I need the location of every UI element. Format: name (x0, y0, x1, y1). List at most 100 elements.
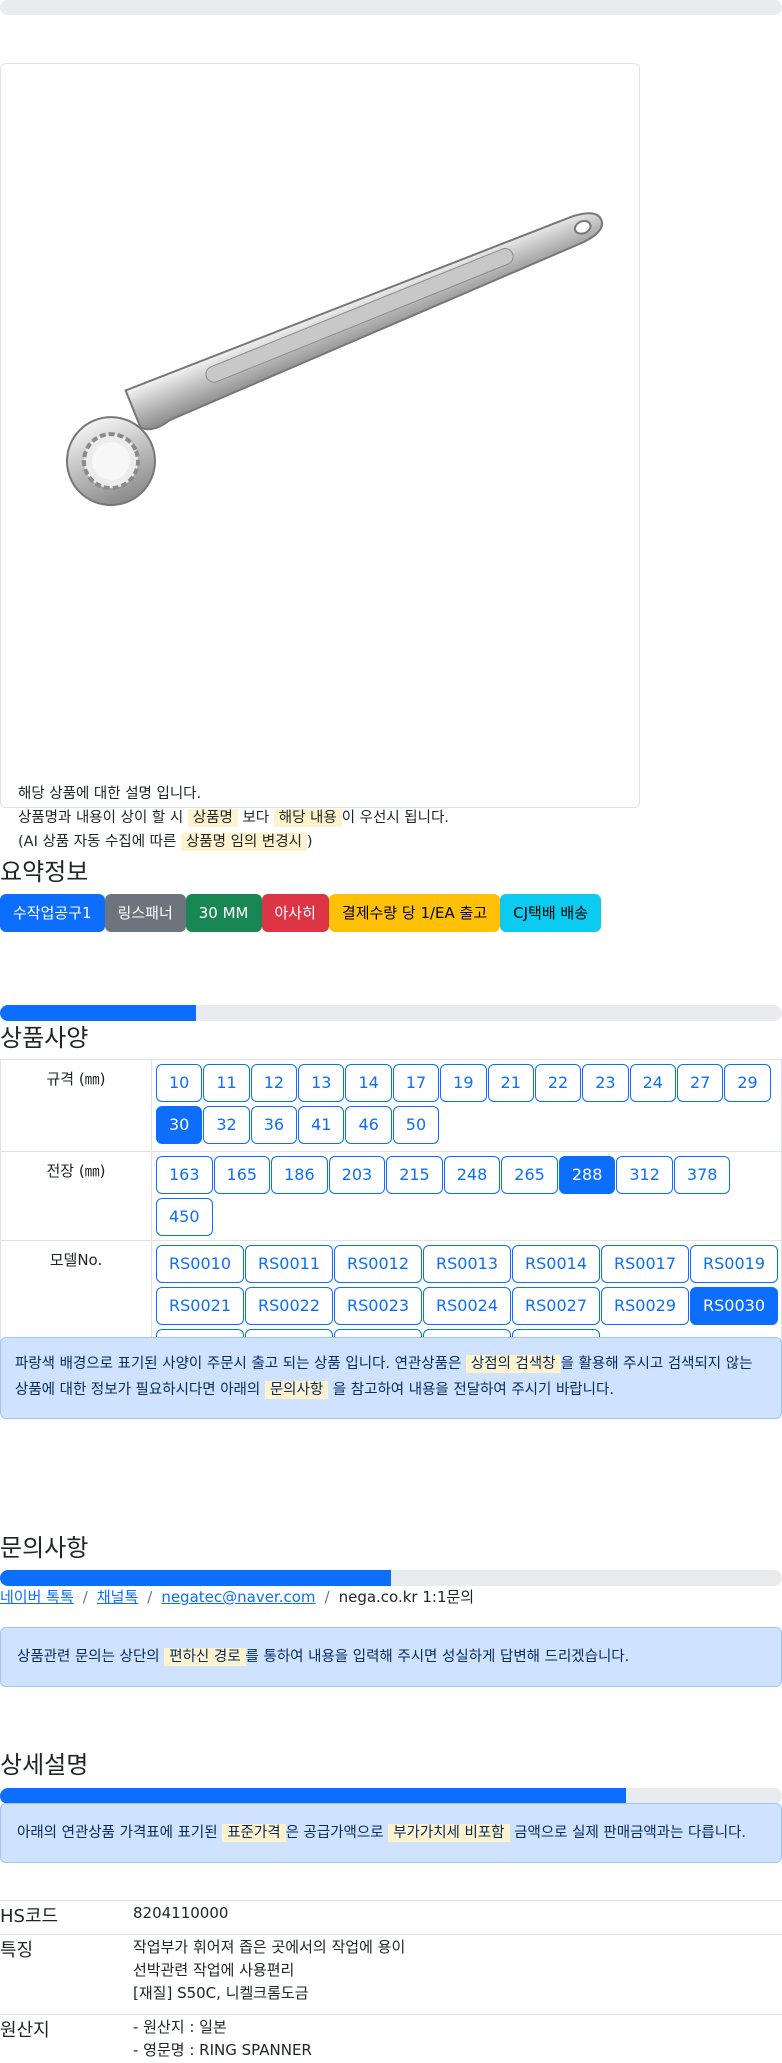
info-value: 작업부가 휘어져 좁은 곳에서의 작업에 용이 선박관련 작업에 사용편리 [재… (133, 1935, 782, 2015)
info-key: 특징 (0, 1935, 133, 2015)
info-value: - 원산지 : 일본 - 영문명 : RING SPANNER (133, 2015, 782, 2063)
spec-option-button[interactable]: RS0017 (601, 1245, 689, 1283)
specs-title: 상품사양 (0, 1018, 88, 1053)
link-email[interactable]: negatec@naver.com (161, 1588, 315, 1606)
spec-option-button[interactable]: 36 (251, 1106, 297, 1144)
inquiry-progress-fill (0, 1570, 391, 1586)
spec-option-button[interactable]: 12 (251, 1064, 297, 1102)
detail-info-table: HS코드8204110000 특징 작업부가 휘어져 좁은 곳에서의 작업에 용… (0, 1900, 782, 2063)
highlight-vat: 부가가치세 비포함 (388, 1824, 509, 1842)
product-description: 해당 상품에 대한 설명 입니다. 상품명과 내용이 상이 할 시 상품명 보다… (18, 782, 449, 854)
text: 파랑색 배경으로 표기된 사양이 주문시 출고 되는 상품 입니다. 연관상품은 (15, 1356, 461, 1372)
spec-option-button[interactable]: RS0030 (690, 1287, 778, 1325)
spec-option-button[interactable]: 10 (156, 1064, 202, 1102)
spec-option-button[interactable]: 21 (488, 1064, 534, 1102)
spec-option-button[interactable]: RS0014 (512, 1245, 600, 1283)
spec-option-button[interactable]: 186 (271, 1156, 328, 1194)
summary-title: 요약정보 (0, 852, 88, 887)
spec-option-button[interactable]: 215 (386, 1156, 443, 1194)
specs-progress (0, 1005, 782, 1021)
spec-option-button[interactable]: RS0029 (601, 1287, 689, 1325)
detail-notice: 아래의 연관상품 가격표에 표기된 표준가격은 공급가액으로 부가가치세 비포함… (0, 1803, 782, 1863)
spec-option-button[interactable]: 19 (440, 1064, 486, 1102)
summary-badge: 수작업공구1 (0, 894, 105, 932)
text: 이 우선시 됩니다. (342, 810, 449, 826)
spec-option-button[interactable]: 17 (393, 1064, 439, 1102)
highlight-standard-price: 표준가격 (222, 1824, 285, 1842)
spec-option-button[interactable]: 378 (674, 1156, 731, 1194)
spec-option-button[interactable]: RS0022 (245, 1287, 333, 1325)
link-naver-talktalk[interactable]: 네이버 톡톡 (0, 1588, 74, 1606)
spec-option-button[interactable]: 22 (535, 1064, 581, 1102)
spec-option-button[interactable]: 11 (203, 1064, 249, 1102)
highlight-search: 상점의 검색창 (466, 1355, 561, 1373)
description-line-1: 해당 상품에 대한 설명 입니다. (18, 782, 449, 806)
feature-line: [재질] S50C, 니켈크롬도금 (133, 1982, 782, 2005)
spec-option-button[interactable]: RS0010 (156, 1245, 244, 1283)
spec-option-button[interactable]: 50 (393, 1106, 439, 1144)
spec-notice: 파랑색 배경으로 표기된 사양이 주문시 출고 되는 상품 입니다. 연관상품은… (0, 1337, 782, 1419)
inquiry-notice: 상품관련 문의는 상단의 편하신 경로를 통하여 내용을 입력해 주시면 성실하… (0, 1627, 782, 1687)
spec-option-button[interactable]: 450 (156, 1198, 213, 1236)
spec-option-button[interactable]: 41 (298, 1106, 344, 1144)
highlight-name-change: 상품명 임의 변경시 (181, 833, 307, 851)
spec-option-button[interactable]: 14 (345, 1064, 391, 1102)
separator: / (325, 1588, 330, 1606)
spec-option-button[interactable]: 265 (501, 1156, 558, 1194)
spec-option-button[interactable]: 27 (677, 1064, 723, 1102)
text: 금액으로 실제 판매금액과는 다릅니다. (514, 1825, 746, 1841)
info-row-origin: 원산지 - 원산지 : 일본 - 영문명 : RING SPANNER (0, 2015, 782, 2063)
inquiry-links: 네이버 톡톡/채널톡/negatec@naver.com/nega.co.kr … (0, 1586, 474, 1607)
spec-option-button[interactable]: 288 (559, 1156, 616, 1194)
spec-option-button[interactable]: RS0023 (334, 1287, 422, 1325)
info-row-feature: 특징 작업부가 휘어져 좁은 곳에서의 작업에 용이 선박관련 작업에 사용편리… (0, 1935, 782, 2015)
link-channeltalk[interactable]: 채널톡 (97, 1588, 138, 1606)
spec-option-button[interactable]: 46 (345, 1106, 391, 1144)
spec-option-button[interactable]: 24 (630, 1064, 676, 1102)
spec-option-button[interactable]: 203 (329, 1156, 386, 1194)
spec-option-button[interactable]: 13 (298, 1064, 344, 1102)
spec-option-button[interactable]: 248 (444, 1156, 501, 1194)
spec-option-button[interactable]: 165 (214, 1156, 271, 1194)
product-image (1, 64, 641, 584)
info-row-hs: HS코드8204110000 (0, 1901, 782, 1935)
highlight-inquiry: 문의사항 (265, 1381, 328, 1399)
origin-line: - 원산지 : 일본 (133, 2016, 782, 2039)
text: ) (307, 834, 313, 850)
spec-option-button[interactable]: RS0012 (334, 1245, 422, 1283)
highlight-content: 해당 내용 (274, 809, 342, 827)
info-key: 원산지 (0, 2015, 133, 2063)
spec-label: 전장 (㎜) (1, 1152, 152, 1241)
spec-options: 10111213141719212223242729 303236414650 (152, 1060, 782, 1152)
spec-option-button[interactable]: RS0011 (245, 1245, 333, 1283)
spec-option-button[interactable]: RS0013 (423, 1245, 511, 1283)
spec-option-button[interactable]: 163 (156, 1156, 213, 1194)
text: 을 참고하여 내용을 전달하여 주시기 바랍니다. (333, 1382, 614, 1398)
detail-progress (0, 1788, 782, 1804)
summary-badge: 링스패너 (105, 894, 186, 932)
spec-option-button[interactable]: 312 (616, 1156, 673, 1194)
spec-option-button[interactable]: 29 (724, 1064, 770, 1102)
spec-option-button[interactable]: RS0019 (690, 1245, 778, 1283)
separator: / (83, 1588, 88, 1606)
spec-option-button[interactable]: 32 (203, 1106, 249, 1144)
spec-option-button[interactable]: 30 (156, 1106, 202, 1144)
summary-badge: CJ택배 배송 (500, 894, 601, 932)
inquiry-progress (0, 1570, 782, 1586)
separator: / (147, 1588, 152, 1606)
spec-table: 규격 (㎜)10111213141719212223242729 30323641… (0, 1059, 782, 1374)
info-key: HS코드 (0, 1901, 133, 1935)
spec-option-button[interactable]: RS0024 (423, 1287, 511, 1325)
description-line-2: 상품명과 내용이 상이 할 시 상품명 보다 해당 내용이 우선시 됩니다. (18, 806, 449, 830)
spec-row-size: 규격 (㎜)10111213141719212223242729 30323641… (1, 1060, 782, 1152)
spec-option-button[interactable]: RS0027 (512, 1287, 600, 1325)
summary-badge: 아사히 (262, 894, 329, 932)
summary-badge: 30 MM (186, 894, 262, 932)
highlight-product-name: 상품명 (188, 809, 238, 827)
inquiry-title: 문의사항 (0, 1528, 88, 1563)
spec-option-button[interactable]: RS0021 (156, 1287, 244, 1325)
spec-label: 규격 (㎜) (1, 1060, 152, 1152)
text: 은 공급가액으로 (286, 1825, 384, 1841)
info-value: 8204110000 (133, 1901, 782, 1935)
spec-option-button[interactable]: 23 (582, 1064, 628, 1102)
